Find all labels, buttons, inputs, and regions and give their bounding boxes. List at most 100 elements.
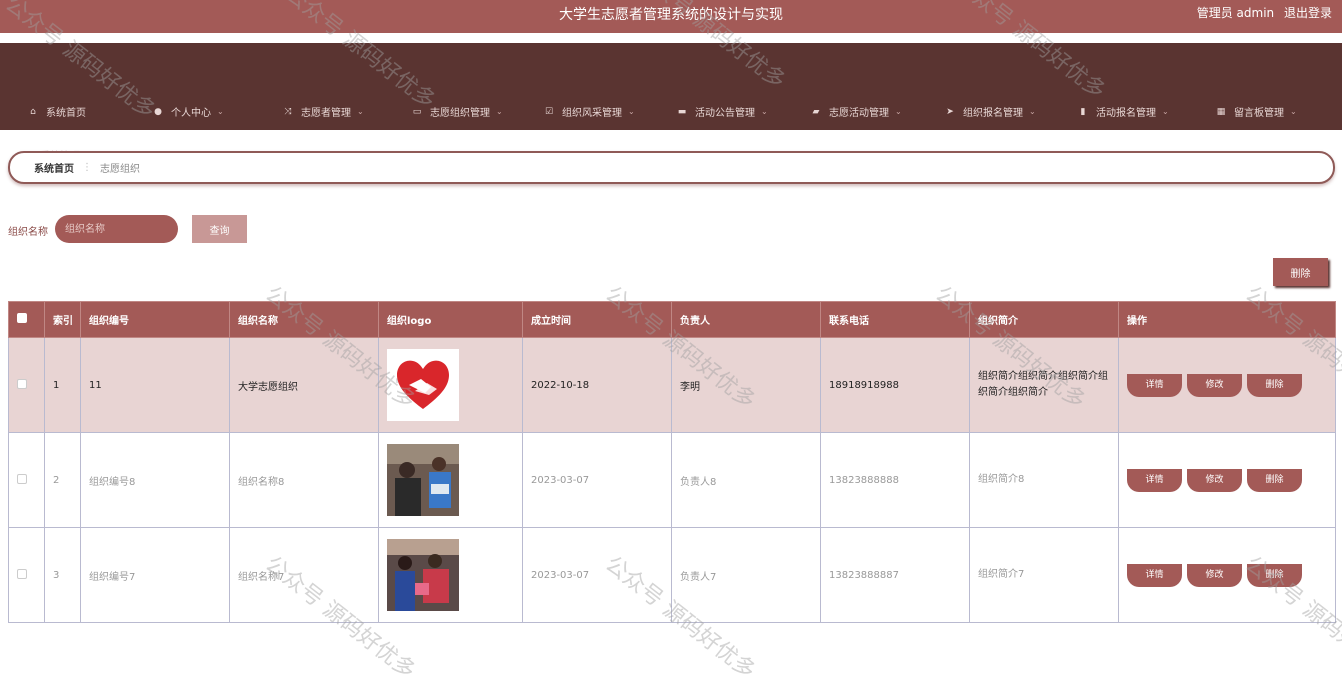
row-index: 2 xyxy=(44,432,81,528)
nav-label: 系统首页 xyxy=(46,108,86,119)
nav-label: 组织风采管理 xyxy=(562,108,622,119)
breadcrumb-home[interactable]: 系统首页 xyxy=(34,160,74,175)
chevron-down-icon: ⌄ xyxy=(761,107,768,116)
nav-label: 个人中心 xyxy=(171,108,211,119)
chevron-down-icon: ⌄ xyxy=(357,107,364,116)
query-button[interactable]: 查询 xyxy=(192,215,247,243)
row-index: 3 xyxy=(44,527,81,623)
nav-item-guestbook[interactable]: ▦ 留言板管理 ⌄ xyxy=(1216,104,1297,120)
logout-link[interactable]: 退出登录 xyxy=(1284,6,1332,20)
nav-label: 活动公告管理 xyxy=(695,108,755,119)
edit-button[interactable]: 修改 xyxy=(1187,373,1242,397)
edit-button[interactable]: 修改 xyxy=(1187,563,1242,587)
chevron-down-icon: ⌄ xyxy=(1290,107,1297,116)
column-header: 联系电话 xyxy=(820,301,970,338)
nav-item-activity-signup[interactable]: ▮ 活动报名管理 ⌄ xyxy=(1078,104,1169,120)
org-leader: 负责人7 xyxy=(671,527,821,623)
column-header: 组织名称 xyxy=(229,301,379,338)
org-name: 组织名称7 xyxy=(229,527,379,623)
row-checkbox[interactable] xyxy=(17,378,27,389)
breadcrumb-current: 志愿组织 xyxy=(100,164,140,175)
shuffle-icon: ⤨ xyxy=(284,106,292,117)
org-date: 2022-10-18 xyxy=(522,337,672,433)
column-header: 成立时间 xyxy=(522,301,672,338)
nav-item-organizations[interactable]: ▭ 志愿组织管理 ⌄ xyxy=(412,104,503,120)
volunteer-photo xyxy=(387,444,459,516)
org-leader: 负责人8 xyxy=(671,432,821,528)
monitor-icon: ▭ xyxy=(412,106,422,117)
volunteer-photo xyxy=(387,539,459,611)
nav-item-profile[interactable]: ● 个人中心 ⌄ xyxy=(153,104,224,120)
org-code: 组织编号8 xyxy=(80,432,230,528)
edit-button[interactable]: 修改 xyxy=(1187,468,1242,492)
org-table: 索引 组织编号 组织名称 组织logo 成立时间 负责人 联系电话 组织简介 操… xyxy=(8,301,1336,623)
app-title: 大学生志愿者管理系统的设计与实现 xyxy=(559,7,783,23)
nav-item-home[interactable]: ⌂ 系统首页 xyxy=(28,104,86,120)
nav-label: 志愿者管理 xyxy=(301,108,351,119)
folder-icon: ▰ xyxy=(812,106,820,117)
org-logo-cell xyxy=(378,527,523,623)
user-area: 管理员 admin 退出登录 xyxy=(1191,4,1332,21)
row-actions: 详情 修改 删除 xyxy=(1118,432,1336,528)
column-header: 负责人 xyxy=(671,301,821,338)
table-row[interactable]: 1 11 大学志愿组织 2022-10-18 李明 18918918988 组织… xyxy=(8,337,1336,433)
nav-item-volunteers[interactable]: ⤨ 志愿者管理 ⌄ xyxy=(283,104,364,120)
detail-button[interactable]: 详情 xyxy=(1127,563,1182,587)
send-icon: ➤ xyxy=(946,106,954,117)
org-name: 大学志愿组织 xyxy=(229,337,379,433)
org-code: 组织编号7 xyxy=(80,527,230,623)
home-icon: ⌂ xyxy=(30,106,36,117)
column-header: 操作 xyxy=(1118,301,1336,338)
nav-item-org-signup[interactable]: ➤ 组织报名管理 ⌄ xyxy=(945,104,1036,120)
column-header: 索引 xyxy=(44,301,81,338)
chevron-down-icon: ⌄ xyxy=(1162,107,1169,116)
main-nav: ⌂ 系统首页 ● 个人中心 ⌄ ⤨ 志愿者管理 ⌄ ▭ 志愿组织管理 ⌄ ☑ 组织风采管理 ⌄ ▬… xyxy=(0,43,1342,162)
batch-delete-button[interactable]: 删除 xyxy=(1273,258,1328,286)
nav-item-announcements[interactable]: ▬ 活动公告管理 ⌄ xyxy=(677,104,768,120)
nav-item-activities[interactable]: ▰ 志愿活动管理 ⌄ xyxy=(811,104,902,120)
org-intro: 组织简介组织简介组织简介组织简介组织简介 xyxy=(969,337,1119,433)
table-row[interactable]: 3 组织编号7 组织名称7 2023-03-07 负责人7 1382388888… xyxy=(8,527,1336,623)
search-input[interactable] xyxy=(55,215,178,243)
search-label: 组织名称 xyxy=(8,227,48,238)
org-phone: 18918918988 xyxy=(820,337,970,433)
detail-button[interactable]: 详情 xyxy=(1127,373,1182,397)
breadcrumb-separator: ⋮ xyxy=(82,162,92,173)
delete-button[interactable]: 删除 xyxy=(1247,563,1302,587)
detail-button[interactable]: 详情 xyxy=(1127,468,1182,492)
row-actions: 详情 修改 删除 xyxy=(1118,337,1336,433)
org-date: 2023-03-07 xyxy=(522,527,672,623)
org-date: 2023-03-07 xyxy=(522,432,672,528)
row-checkbox[interactable] xyxy=(17,473,27,484)
chevron-down-icon: ⌄ xyxy=(217,107,224,116)
user-icon: ● xyxy=(154,106,162,117)
org-code: 11 xyxy=(80,337,230,433)
select-all-cell[interactable] xyxy=(8,301,45,338)
chevron-down-icon: ⌄ xyxy=(628,107,635,116)
heart-hands-logo xyxy=(387,349,459,421)
delete-button[interactable]: 删除 xyxy=(1247,468,1302,492)
delete-button[interactable]: 删除 xyxy=(1247,373,1302,397)
column-header: 组织编号 xyxy=(80,301,230,338)
org-phone: 13823888887 xyxy=(820,527,970,623)
org-logo-cell xyxy=(378,337,523,433)
org-name: 组织名称8 xyxy=(229,432,379,528)
checkbox-icon: ☑ xyxy=(544,106,554,117)
nav-label: 留言板管理 xyxy=(1234,108,1284,119)
row-checkbox[interactable] xyxy=(17,568,27,579)
message-icon: ▬ xyxy=(677,106,687,117)
breadcrumb: 系统首页 ⋮ 志愿组织 xyxy=(8,151,1335,184)
org-intro: 组织简介8 xyxy=(969,432,1119,528)
top-header: 大学生志愿者管理系统的设计与实现 管理员 admin 退出登录 xyxy=(0,0,1342,33)
chevron-down-icon: ⌄ xyxy=(496,107,503,116)
table-header-row: 索引 组织编号 组织名称 组织logo 成立时间 负责人 联系电话 组织简介 操… xyxy=(8,301,1336,338)
nav-item-org-showcase[interactable]: ☑ 组织风采管理 ⌄ xyxy=(544,104,635,120)
nav-label: 活动报名管理 xyxy=(1096,108,1156,119)
chevron-down-icon: ⌄ xyxy=(895,107,902,116)
row-index: 1 xyxy=(44,337,81,433)
nav-label: 志愿组织管理 xyxy=(430,108,490,119)
select-all-checkbox[interactable] xyxy=(17,313,27,323)
table-row[interactable]: 2 组织编号8 组织名称8 2023-03-07 负责人8 1382388888… xyxy=(8,432,1336,528)
column-header: 组织logo xyxy=(378,301,523,338)
chevron-down-icon: ⌄ xyxy=(1029,107,1036,116)
